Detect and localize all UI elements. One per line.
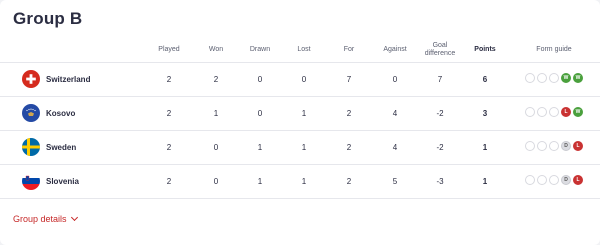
standings-table: Played Won Drawn Lost For Against Goal di… bbox=[0, 38, 600, 199]
points-value: 6 bbox=[462, 61, 508, 96]
sweden-flag-icon bbox=[22, 138, 40, 156]
goal-difference-value: -2 bbox=[418, 95, 462, 130]
form-result-w: W bbox=[573, 107, 583, 117]
group-details-label: Group details bbox=[13, 214, 67, 224]
table-row[interactable]: Switzerland 2 2 0 0 7 0 7 6 W W bbox=[0, 61, 600, 96]
played-value: 2 bbox=[144, 95, 194, 130]
team-name[interactable]: Kosovo bbox=[46, 95, 144, 130]
lost-value: 1 bbox=[282, 163, 326, 199]
form-result-empty bbox=[537, 107, 547, 117]
team-name[interactable]: Switzerland bbox=[46, 61, 144, 96]
col-played: Played bbox=[158, 45, 180, 53]
points-value: 3 bbox=[462, 95, 508, 130]
col-points: Points bbox=[474, 45, 496, 53]
col-goal-difference: Goal difference bbox=[424, 41, 456, 57]
form-result-empty bbox=[549, 73, 559, 83]
for-value: 2 bbox=[326, 129, 372, 164]
played-value: 2 bbox=[144, 163, 194, 199]
form-result-empty bbox=[525, 141, 535, 151]
points-value: 1 bbox=[462, 129, 508, 164]
switzerland-flag-icon bbox=[22, 70, 40, 88]
form-guide: DL bbox=[525, 175, 583, 185]
for-value: 2 bbox=[326, 163, 372, 199]
form-result-d: D bbox=[561, 141, 571, 151]
form-result-empty bbox=[537, 175, 547, 185]
group-title: Group B bbox=[13, 9, 83, 28]
table-row[interactable]: Kosovo 2 1 0 1 2 4 -2 3 L W bbox=[0, 95, 600, 130]
form-result-empty bbox=[549, 175, 559, 185]
form-result-l: L bbox=[573, 141, 583, 151]
form-result-empty bbox=[549, 107, 559, 117]
form-guide: WW bbox=[525, 73, 583, 83]
goal-difference-value: -3 bbox=[418, 163, 462, 199]
drawn-value: 1 bbox=[238, 129, 282, 164]
team-name[interactable]: Sweden bbox=[46, 129, 144, 164]
form-result-w: W bbox=[561, 73, 571, 83]
for-value: 2 bbox=[326, 95, 372, 130]
won-value: 0 bbox=[194, 129, 238, 164]
against-value: 4 bbox=[372, 95, 418, 130]
form-guide: DL bbox=[525, 141, 583, 151]
against-value: 5 bbox=[372, 163, 418, 199]
form-result-empty bbox=[525, 107, 535, 117]
won-value: 1 bbox=[194, 95, 238, 130]
against-value: 4 bbox=[372, 129, 418, 164]
lost-value: 1 bbox=[282, 95, 326, 130]
won-value: 0 bbox=[194, 163, 238, 199]
goal-difference-value: 7 bbox=[418, 61, 462, 96]
form-result-l: L bbox=[561, 107, 571, 117]
played-value: 2 bbox=[144, 129, 194, 164]
for-value: 7 bbox=[326, 61, 372, 96]
form-result-empty bbox=[525, 175, 535, 185]
form-result-l: L bbox=[573, 175, 583, 185]
form-result-empty bbox=[549, 141, 559, 151]
kosovo-flag-icon bbox=[22, 104, 40, 122]
col-for: For bbox=[343, 45, 355, 53]
form-result-empty bbox=[537, 141, 547, 151]
points-value: 1 bbox=[462, 163, 508, 199]
col-won: Won bbox=[208, 45, 224, 53]
col-lost: Lost bbox=[297, 45, 311, 53]
lost-value: 0 bbox=[282, 61, 326, 96]
won-value: 2 bbox=[194, 61, 238, 96]
group-details-link[interactable]: Group details bbox=[13, 213, 78, 224]
col-drawn: Drawn bbox=[249, 45, 271, 53]
against-value: 0 bbox=[372, 61, 418, 96]
form-guide: LW bbox=[525, 107, 583, 117]
form-result-d: D bbox=[561, 175, 571, 185]
team-name[interactable]: Slovenia bbox=[46, 163, 144, 199]
col-form-guide: Form guide bbox=[536, 45, 572, 53]
form-result-w: W bbox=[573, 73, 583, 83]
table-row[interactable]: Sweden 2 0 1 1 2 4 -2 1 D L bbox=[0, 129, 600, 164]
played-value: 2 bbox=[144, 61, 194, 96]
form-result-empty bbox=[537, 73, 547, 83]
drawn-value: 1 bbox=[238, 163, 282, 199]
slovenia-flag-icon bbox=[22, 172, 40, 190]
col-against: Against bbox=[383, 45, 407, 53]
lost-value: 1 bbox=[282, 129, 326, 164]
drawn-value: 0 bbox=[238, 95, 282, 130]
table-row[interactable]: Slovenia 2 0 1 1 2 5 -3 1 D L bbox=[0, 163, 600, 199]
group-standings-card: Group B Played Won Drawn Lost For Agains… bbox=[0, 0, 600, 245]
goal-difference-value: -2 bbox=[418, 129, 462, 164]
drawn-value: 0 bbox=[238, 61, 282, 96]
table-header-row: Played Won Drawn Lost For Against Goal di… bbox=[0, 38, 600, 62]
form-result-empty bbox=[525, 73, 535, 83]
chevron-down-icon bbox=[70, 213, 78, 222]
